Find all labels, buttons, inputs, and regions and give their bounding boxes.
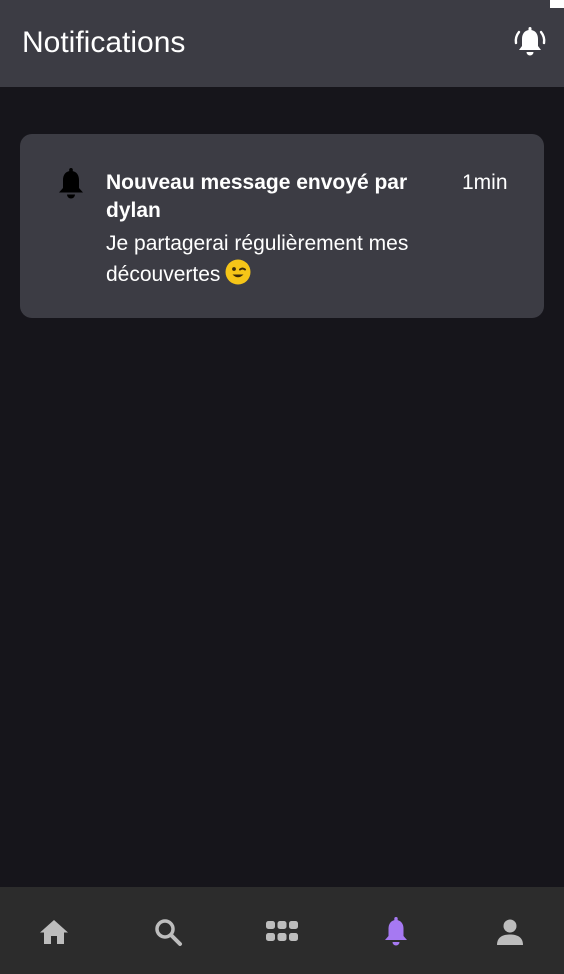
notification-card[interactable]: Nouveau message envoyé par dylan 1min Je… bbox=[20, 134, 544, 318]
user-icon bbox=[497, 919, 523, 945]
nav-profile[interactable] bbox=[490, 912, 530, 952]
notification-body: Je partagerai régulièrement mes découver… bbox=[106, 229, 486, 294]
nav-search[interactable] bbox=[148, 912, 188, 952]
app-header: Notifications bbox=[0, 0, 564, 87]
bell-ring-icon bbox=[514, 27, 546, 56]
notifications-screen: Notifications Nouveau message envoyé par… bbox=[0, 0, 564, 974]
bottom-navigation bbox=[0, 887, 564, 974]
notification-settings-button[interactable] bbox=[506, 20, 554, 64]
nav-apps[interactable] bbox=[262, 912, 302, 952]
page-title: Notifications bbox=[22, 26, 186, 59]
bell-icon bbox=[385, 917, 407, 946]
apps-grid-icon bbox=[266, 921, 298, 941]
nav-notifications[interactable] bbox=[376, 912, 416, 952]
home-icon bbox=[40, 920, 68, 944]
notification-time: 1min bbox=[462, 171, 508, 194]
notification-title: Nouveau message envoyé par dylan bbox=[106, 171, 408, 222]
winking-face-emoji bbox=[224, 258, 252, 294]
corner-indicator bbox=[550, 0, 564, 8]
search-icon bbox=[155, 919, 182, 946]
notification-message: Je partagerai régulièrement mes découver… bbox=[106, 232, 409, 286]
bell-icon bbox=[59, 168, 83, 199]
nav-home[interactable] bbox=[34, 912, 74, 952]
